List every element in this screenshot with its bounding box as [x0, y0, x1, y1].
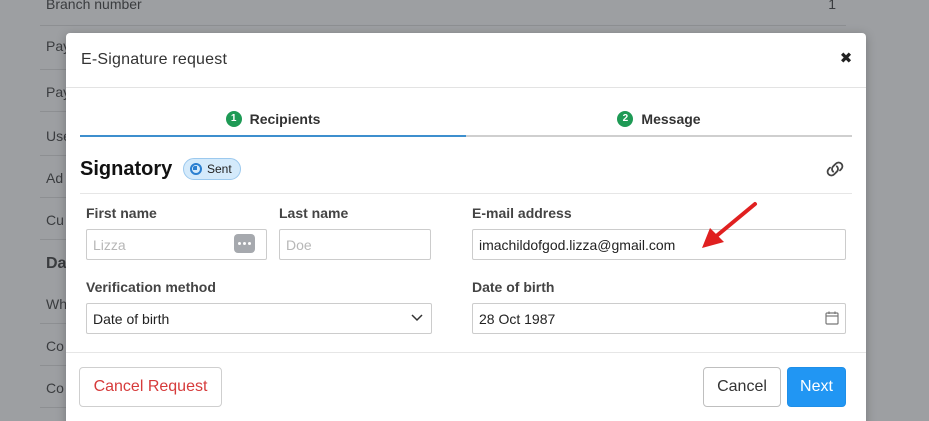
calendar-icon[interactable] [825, 311, 839, 325]
cancel-request-button[interactable]: Cancel Request [79, 367, 222, 407]
first-name-label: First name [86, 205, 157, 221]
verification-method-select[interactable]: Date of birth [86, 303, 432, 334]
bg-row-label: Branch number [46, 0, 142, 12]
step-recipients[interactable]: 1 Recipients [80, 103, 466, 137]
bg-row: Branch number 1 [40, 0, 846, 26]
email-label: E-mail address [472, 205, 572, 221]
select-value: Date of birth [93, 311, 170, 327]
date-of-birth-label: Date of birth [472, 279, 555, 295]
link-icon[interactable] [824, 160, 846, 178]
last-name-label: Last name [279, 205, 349, 221]
date-value: 28 Oct 1987 [479, 311, 556, 327]
footer-divider [66, 352, 866, 353]
divider [80, 193, 852, 194]
more-dots-icon[interactable] [234, 234, 255, 253]
last-name-field[interactable] [279, 229, 431, 260]
step-label: Message [641, 111, 701, 127]
email-field[interactable] [472, 229, 846, 260]
date-of-birth-field[interactable]: 28 Oct 1987 [472, 303, 846, 334]
step-label: Recipients [249, 111, 321, 127]
bg-row-value: 1 [828, 0, 836, 12]
stepper: 1 Recipients 2 Message [80, 103, 852, 137]
modal-title: E-Signature request [81, 51, 228, 68]
next-button[interactable]: Next [787, 367, 846, 407]
e-signature-modal: E-Signature request ✖ 1 Recipients 2 Mes… [66, 33, 866, 421]
status-badge-label: Sent [207, 162, 232, 176]
verification-method-label: Verification method [86, 279, 216, 295]
close-icon[interactable]: ✖ [838, 50, 854, 68]
cancel-button[interactable]: Cancel [703, 367, 781, 407]
step-number: 2 [617, 111, 634, 127]
signatory-title: Signatory [80, 158, 173, 180]
modal-header: E-Signature request ✖ [66, 33, 866, 88]
step-message[interactable]: 2 Message [466, 103, 852, 137]
status-badge: Sent [183, 158, 241, 180]
chevron-down-icon [411, 314, 423, 322]
sent-status-icon [190, 163, 202, 175]
step-number: 1 [225, 111, 242, 127]
